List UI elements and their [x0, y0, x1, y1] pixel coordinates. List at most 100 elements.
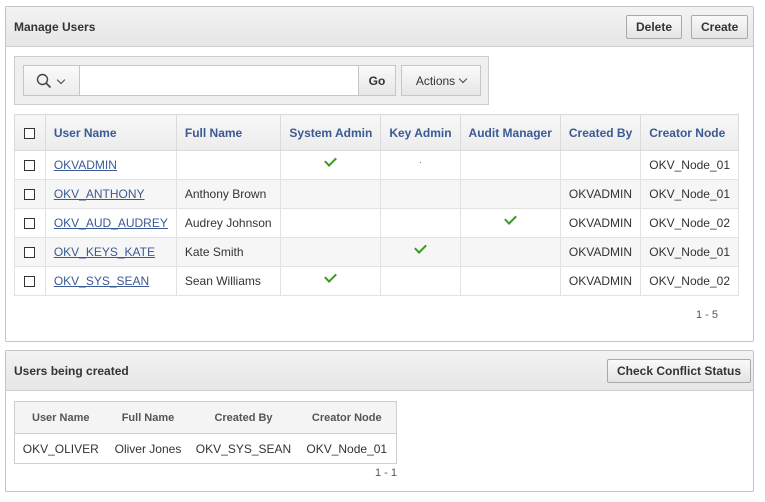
key-admin-cell: [380, 237, 461, 267]
region-title: Manage Users: [14, 20, 96, 34]
table-row: OKV_AUD_AUDREY Audrey Johnson OKVADMIN O…: [14, 208, 739, 238]
column-header-creator-node: Creator Node: [297, 401, 397, 434]
users-table: User Name Full Name System Admin Key Adm…: [14, 114, 739, 296]
column-header-system-admin[interactable]: System Admin: [280, 114, 382, 151]
row-select-cell: [14, 208, 46, 238]
checkmark-icon: [414, 241, 427, 254]
search-icon: [36, 73, 52, 89]
column-header-created-by[interactable]: Created By: [559, 114, 642, 151]
created-by-cell: OKVADMIN: [559, 208, 642, 238]
row-checkbox[interactable]: [24, 189, 36, 201]
key-admin-cell: [380, 208, 461, 238]
users-being-created-table: User Name Full Name Created By Creator N…: [14, 401, 397, 464]
column-header-audit-manager[interactable]: Audit Manager: [459, 114, 561, 151]
region-title: Users being created: [14, 364, 129, 378]
created-by-cell: OKVADMIN: [559, 179, 642, 209]
users-being-created-region: Users being created Check Conflict Statu…: [5, 350, 754, 492]
column-header-full-name: Full Name: [106, 401, 190, 434]
created-by-cell: OKV_SYS_SEAN: [195, 441, 292, 456]
audit-manager-cell: [459, 266, 561, 296]
check-conflict-status-button[interactable]: Check Conflict Status: [607, 359, 752, 383]
user-name-cell: OKV_OLIVER: [22, 441, 99, 456]
creator-node-cell: OKV_Node_02: [640, 208, 739, 238]
table-row: OKV_ANTHONY Anthony Brown OKVADMIN OKV_N…: [14, 179, 739, 209]
system-admin-cell: [280, 237, 382, 267]
system-admin-cell: [280, 150, 382, 180]
actions-menu-button[interactable]: Actions: [401, 65, 481, 96]
table-row: OKV_SYS_SEAN Sean Williams OKVADMIN OKV_…: [14, 266, 739, 296]
create-button[interactable]: Create: [691, 15, 749, 39]
pagination-label: 1 - 5: [696, 309, 719, 321]
audit-manager-cell: [459, 208, 561, 238]
manage-users-region: Manage Users Delete Create Go Actions Us…: [5, 6, 754, 342]
creator-node-cell: OKV_Node_01: [640, 237, 739, 267]
row-checkbox[interactable]: [24, 276, 36, 288]
search-toolbar: Go Actions: [14, 56, 489, 105]
creator-node-cell: OKV_Node_01: [306, 441, 388, 456]
creator-node-cell: OKV_Node_02: [640, 266, 739, 296]
actions-label: Actions: [415, 73, 456, 88]
table-header-row: User Name Full Name System Admin Key Adm…: [14, 114, 739, 151]
system-admin-cell: [280, 266, 382, 296]
select-all-header: [14, 114, 46, 151]
full-name-cell: Audrey Johnson: [175, 208, 282, 238]
dot-icon: [419, 162, 421, 163]
row-checkbox[interactable]: [24, 218, 36, 230]
column-header-creator-node[interactable]: Creator Node: [640, 114, 739, 151]
search-input[interactable]: [79, 65, 359, 96]
system-admin-cell: [280, 208, 382, 238]
user-name-cell: OKVADMIN: [44, 150, 177, 180]
created-by-cell: OKVADMIN: [559, 266, 642, 296]
user-name-cell: OKV_SYS_SEAN: [44, 266, 177, 296]
table-row: OKV_OLIVER Oliver Jones OKV_SYS_SEAN OKV…: [15, 434, 397, 464]
key-admin-cell: [380, 179, 461, 209]
user-name-link[interactable]: OKV_KEYS_KATE: [54, 245, 155, 259]
full-name-cell: Sean Williams: [175, 266, 282, 296]
checkmark-icon: [324, 154, 338, 167]
column-header-key-admin[interactable]: Key Admin: [380, 114, 461, 151]
row-select-cell: [14, 266, 46, 296]
full-name-cell: [175, 150, 282, 180]
search-column-selector[interactable]: [23, 65, 79, 96]
creator-node-cell: OKV_Node_01: [640, 150, 739, 180]
user-name-cell: OKV_KEYS_KATE: [44, 237, 177, 267]
user-name-link[interactable]: OKV_SYS_SEAN: [54, 274, 149, 288]
select-all-checkbox[interactable]: [24, 127, 36, 139]
full-name-cell: Oliver Jones: [114, 441, 182, 456]
key-admin-cell: [380, 150, 461, 180]
column-header-full-name[interactable]: Full Name: [175, 114, 282, 151]
audit-manager-cell: [459, 179, 561, 209]
user-name-cell: OKV_AUD_AUDREY: [44, 208, 177, 238]
table-row: OKVADMIN OKV_Node_01: [14, 150, 739, 180]
table-row: OKV_KEYS_KATE Kate Smith OKVADMIN OKV_No…: [14, 237, 739, 267]
row-select-cell: [14, 237, 46, 267]
table-header-row: User Name Full Name Created By Creator N…: [14, 401, 397, 434]
created-by-cell: [559, 150, 642, 180]
row-select-cell: [14, 150, 46, 180]
chevron-down-icon: [56, 75, 66, 85]
pagination-label: 1 - 1: [375, 467, 398, 479]
full-name-cell: Anthony Brown: [175, 179, 282, 209]
audit-manager-cell: [459, 150, 561, 180]
go-button[interactable]: Go: [358, 65, 396, 96]
row-select-cell: [14, 179, 46, 209]
key-admin-cell: [380, 266, 461, 296]
user-name-link[interactable]: OKVADMIN: [54, 158, 117, 172]
delete-button[interactable]: Delete: [626, 15, 683, 39]
checkmark-icon: [324, 270, 338, 283]
column-header-user-name[interactable]: User Name: [44, 114, 177, 151]
manage-users-header: Manage Users Delete Create: [6, 7, 753, 47]
user-name-link[interactable]: OKV_AUD_AUDREY: [54, 216, 168, 230]
users-being-created-header: Users being created Check Conflict Statu…: [6, 351, 753, 391]
column-header-created-by: Created By: [189, 401, 298, 434]
row-checkbox[interactable]: [24, 160, 36, 172]
row-checkbox[interactable]: [24, 247, 36, 259]
user-name-link[interactable]: OKV_ANTHONY: [54, 187, 145, 201]
audit-manager-cell: [459, 237, 561, 267]
creator-node-cell: OKV_Node_01: [640, 179, 739, 209]
user-name-cell: OKV_ANTHONY: [44, 179, 177, 209]
column-header-user-name: User Name: [14, 401, 107, 434]
created-by-cell: OKVADMIN: [559, 237, 642, 267]
system-admin-cell: [280, 179, 382, 209]
full-name-cell: Kate Smith: [175, 237, 282, 267]
